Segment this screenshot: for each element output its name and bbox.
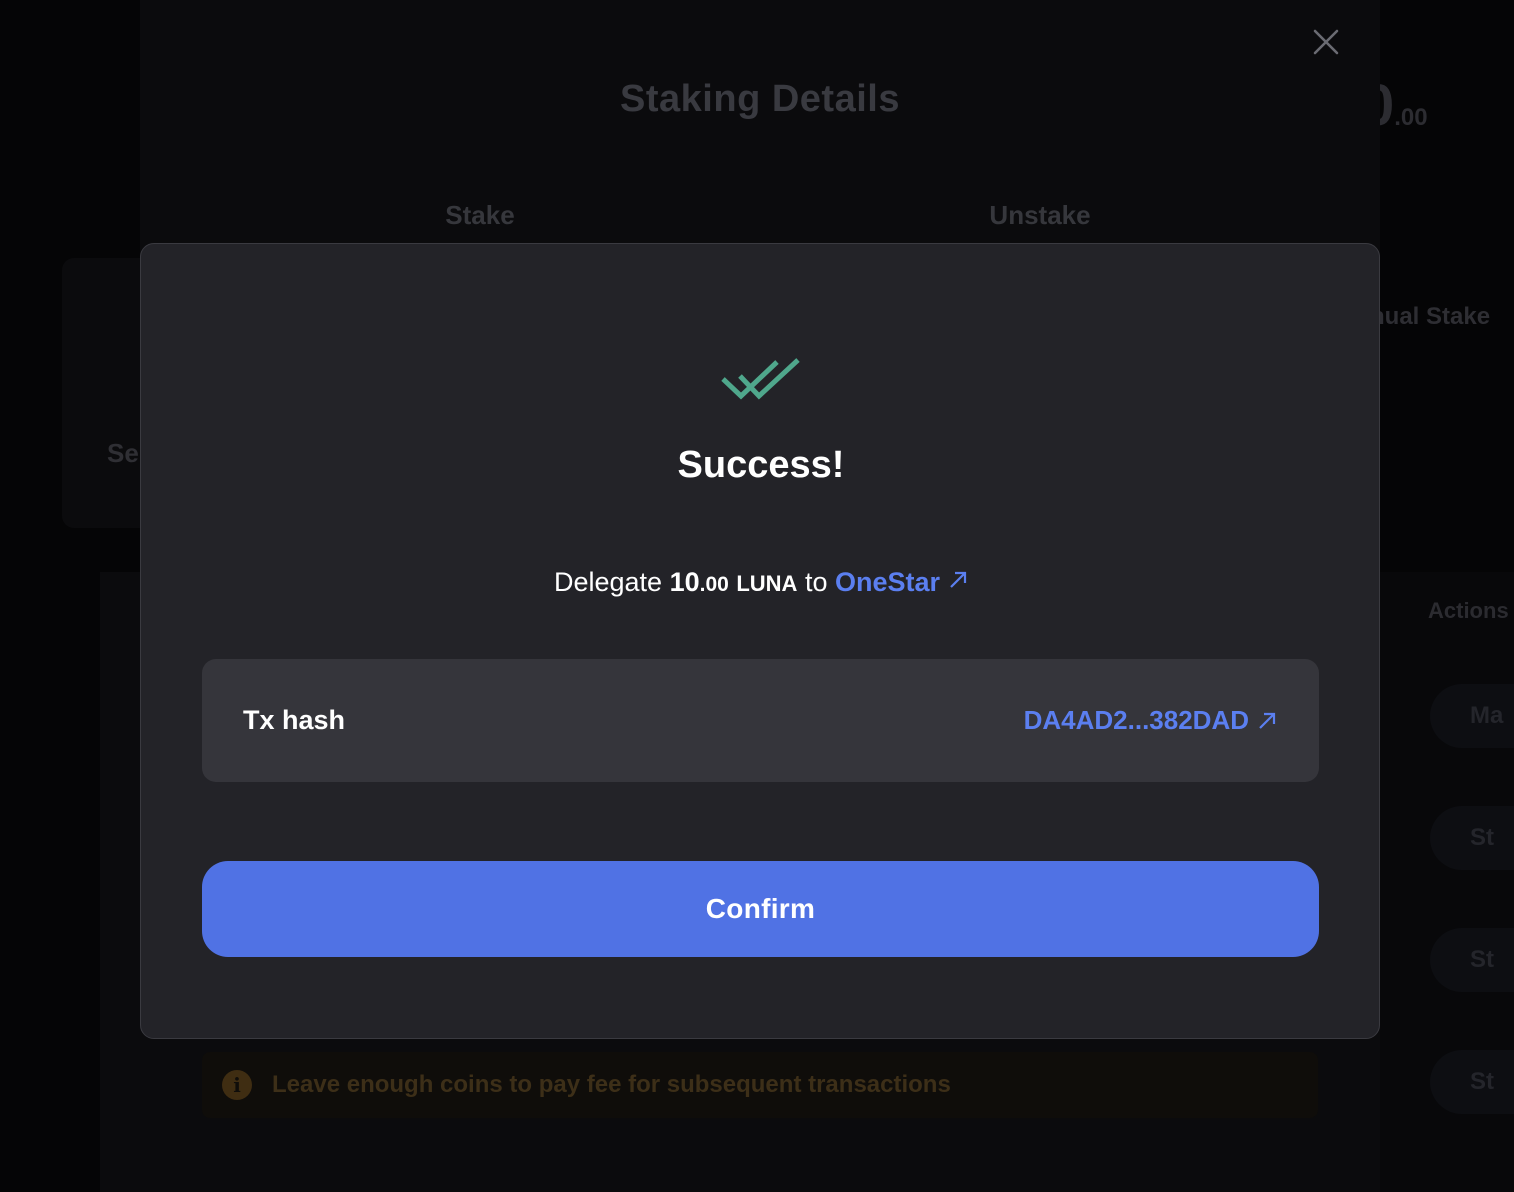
balance-dec: .00 xyxy=(1394,104,1428,131)
background-action-button: St xyxy=(1430,806,1514,870)
info-icon: i xyxy=(222,1070,252,1100)
fee-notice: i Leave enough coins to pay fee for subs… xyxy=(202,1052,1318,1118)
external-link-icon xyxy=(1259,712,1276,729)
fee-notice-text: Leave enough coins to pay fee for subseq… xyxy=(272,1071,951,1098)
screen: Se 0.00 nual Stake Actions Ma St St St S… xyxy=(0,0,1514,1192)
background-action-button: St xyxy=(1430,928,1514,992)
background-actions-header: Actions xyxy=(1428,598,1509,623)
background-action-button: Ma xyxy=(1430,684,1514,748)
validator-name: OneStar xyxy=(835,567,941,597)
background-label: Se xyxy=(107,438,139,468)
tx-hash-value: DA4AD2...382DAD xyxy=(1023,705,1249,735)
tab-stake[interactable]: Stake xyxy=(380,200,580,231)
delegate-unit: LUNA xyxy=(736,571,798,596)
background-annual-stake-label: nual Stake xyxy=(1370,303,1491,330)
close-icon[interactable] xyxy=(1310,26,1342,58)
tab-unstake[interactable]: Unstake xyxy=(940,200,1140,231)
success-title: Success! xyxy=(677,444,845,486)
tx-hash-row: Tx hash DA4AD2...382DAD xyxy=(202,659,1319,782)
external-link-icon xyxy=(950,571,967,588)
confirm-button[interactable]: Confirm xyxy=(202,861,1319,957)
delegate-amount-dec: .00 xyxy=(699,573,729,596)
delegate-prefix: Delegate xyxy=(553,567,663,597)
validator-link[interactable]: OneStar xyxy=(835,567,968,597)
delegate-connector: to xyxy=(804,567,828,597)
tx-hash-label: Tx hash xyxy=(243,705,346,735)
delegate-summary: Delegate 10.00 LUNA to OneStar xyxy=(141,567,1381,598)
success-modal: Success! Delegate 10.00 LUNA to OneStar … xyxy=(140,243,1380,1039)
background-action-button: St xyxy=(1430,1050,1514,1114)
delegate-amount-int: 10 xyxy=(669,567,700,597)
tx-hash-link[interactable]: DA4AD2...382DAD xyxy=(1024,705,1277,736)
drawer-title: Staking Details xyxy=(620,78,900,120)
double-check-icon xyxy=(721,358,800,400)
